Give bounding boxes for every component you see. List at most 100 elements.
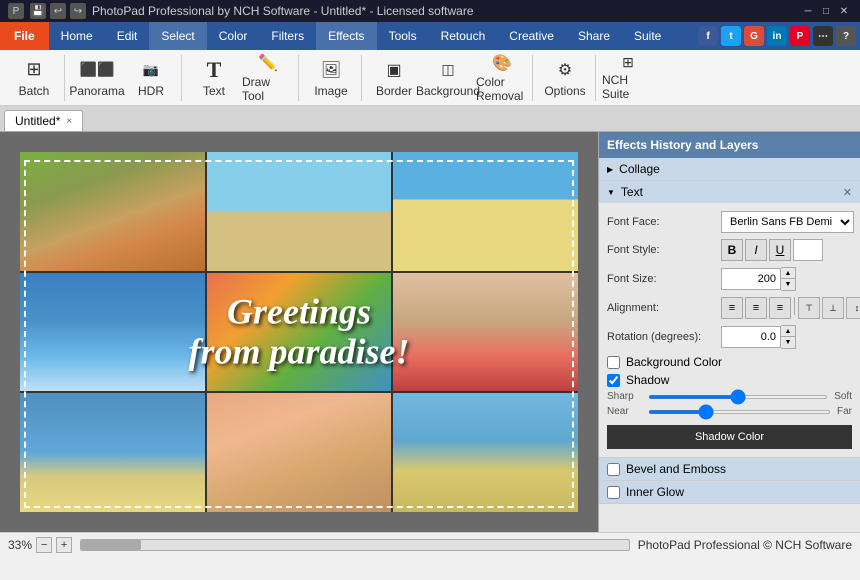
- menu-home[interactable]: Home: [49, 22, 105, 50]
- align-right-button[interactable]: ≡: [769, 297, 791, 319]
- collage-section-label: Collage: [619, 162, 660, 176]
- scroll-bar[interactable]: [80, 539, 630, 551]
- title-bar: P 💾 ↩ ↪ PhotoPad Professional by NCH Sof…: [0, 0, 860, 22]
- underline-button[interactable]: U: [769, 239, 791, 261]
- text-button[interactable]: T Text: [188, 57, 240, 99]
- menu-effects[interactable]: Effects: [316, 22, 376, 50]
- rotation-input[interactable]: [721, 326, 781, 348]
- text-section-header[interactable]: ▼ Text ✕: [599, 181, 860, 203]
- border-label: Border: [376, 84, 412, 98]
- sharp-soft-row: Sharp Soft: [607, 391, 852, 402]
- font-size-down[interactable]: ▼: [781, 279, 795, 290]
- draw-tool-icon: ✏️: [256, 53, 280, 73]
- menu-suite[interactable]: Suite: [622, 22, 673, 50]
- collage-cell-4: [20, 273, 205, 392]
- status-bar: 33% − + PhotoPad Professional © NCH Soft…: [0, 532, 860, 556]
- canvas-area[interactable]: Greetingsfrom paradise!: [0, 132, 598, 532]
- sharp-soft-slider[interactable]: [648, 395, 828, 399]
- menu-color[interactable]: Color: [207, 22, 260, 50]
- bg-color-label: Background Color: [626, 355, 722, 369]
- menu-share[interactable]: Share: [566, 22, 622, 50]
- bold-button[interactable]: B: [721, 239, 743, 261]
- align-left-button[interactable]: ≡: [721, 297, 743, 319]
- near-far-row: Near Far: [607, 406, 852, 417]
- bevel-section-header[interactable]: Bevel and Emboss: [599, 458, 860, 480]
- options-button[interactable]: ⚙ Options: [539, 57, 591, 99]
- hdr-button[interactable]: 📷 HDR: [125, 57, 177, 99]
- shadow-color-button[interactable]: Shadow Color: [607, 425, 852, 449]
- font-size-row: Font Size: ▲ ▼: [607, 267, 852, 291]
- undo-icon[interactable]: ↩: [50, 3, 66, 19]
- text-color-swatch[interactable]: [793, 239, 823, 261]
- help-icon[interactable]: ?: [836, 26, 856, 46]
- align-top-button[interactable]: ⊤: [798, 297, 820, 319]
- menu-retouch[interactable]: Retouch: [429, 22, 498, 50]
- image-icon: 🖼: [319, 58, 343, 82]
- rotation-down[interactable]: ▼: [781, 337, 795, 348]
- image-button[interactable]: 🖼 Image: [305, 57, 357, 99]
- batch-icon: ⊞: [22, 58, 46, 82]
- border-button[interactable]: ▣ Border: [368, 57, 420, 99]
- main-area: Greetingsfrom paradise! Effects History …: [0, 132, 860, 532]
- menu-file[interactable]: File: [0, 22, 49, 50]
- menu-creative[interactable]: Creative: [497, 22, 566, 50]
- far-label: Far: [837, 406, 852, 417]
- maximize-button[interactable]: □: [818, 3, 834, 19]
- draw-tool-button[interactable]: ✏️ Draw Tool: [242, 57, 294, 99]
- more-icon[interactable]: ⋯: [813, 26, 833, 46]
- panorama-button[interactable]: ⬛⬛ Panorama: [71, 57, 123, 99]
- right-panel: Effects History and Layers ▶ Collage ▼ T…: [598, 132, 860, 532]
- menu-select[interactable]: Select: [149, 22, 206, 50]
- alignment-label: Alignment:: [607, 302, 717, 314]
- inner-glow-checkbox[interactable]: [607, 486, 620, 499]
- collage-cell-3: [393, 152, 578, 271]
- bevel-checkbox[interactable]: [607, 463, 620, 476]
- text-section-close[interactable]: ✕: [843, 186, 852, 199]
- zoom-in-button[interactable]: +: [56, 537, 72, 553]
- shadow-label: Shadow: [626, 373, 669, 387]
- background-button[interactable]: ◫ Background: [422, 57, 474, 99]
- near-far-slider[interactable]: [648, 410, 831, 414]
- shadow-checkbox[interactable]: [607, 374, 620, 387]
- menu-filters[interactable]: Filters: [259, 22, 316, 50]
- hdr-icon: 📷: [139, 58, 163, 82]
- rotation-up[interactable]: ▲: [781, 326, 795, 337]
- background-label: Background: [416, 84, 480, 98]
- inner-glow-section-header[interactable]: Inner Glow: [599, 481, 860, 503]
- bg-color-checkbox[interactable]: [607, 356, 620, 369]
- font-size-input[interactable]: [721, 268, 781, 290]
- align-bottom-button[interactable]: ↕: [846, 297, 860, 319]
- tab-close-button[interactable]: ×: [66, 116, 72, 127]
- nch-suite-button[interactable]: ⊞ NCH Suite: [602, 57, 654, 99]
- text-section-label: Text: [621, 185, 643, 199]
- image-label: Image: [314, 84, 347, 98]
- font-face-select[interactable]: Berlin Sans FB Demi: [721, 211, 854, 233]
- italic-button[interactable]: I: [745, 239, 767, 261]
- color-removal-button[interactable]: 🎨 Color Removal: [476, 57, 528, 99]
- align-center-button[interactable]: ≡: [745, 297, 767, 319]
- align-middle-button[interactable]: ⊥: [822, 297, 844, 319]
- collage-cell-1: [20, 152, 205, 271]
- google-icon[interactable]: G: [744, 26, 764, 46]
- pinterest-icon[interactable]: P: [790, 26, 810, 46]
- font-size-up[interactable]: ▲: [781, 268, 795, 279]
- panorama-label: Panorama: [69, 84, 124, 98]
- minimize-button[interactable]: ─: [800, 3, 816, 19]
- close-button[interactable]: ✕: [836, 3, 852, 19]
- linkedin-icon[interactable]: in: [767, 26, 787, 46]
- collage-section-header[interactable]: ▶ Collage: [599, 158, 860, 180]
- collage-cell-7: [20, 393, 205, 512]
- background-icon: ◫: [436, 58, 460, 82]
- menu-edit[interactable]: Edit: [105, 22, 150, 50]
- app-title: PhotoPad Professional by NCH Software - …: [92, 4, 474, 18]
- tab-untitled[interactable]: Untitled* ×: [4, 110, 83, 131]
- canvas-content: Greetingsfrom paradise!: [20, 152, 578, 512]
- menu-tools[interactable]: Tools: [377, 22, 429, 50]
- redo-icon[interactable]: ↪: [70, 3, 86, 19]
- facebook-icon[interactable]: f: [698, 26, 718, 46]
- zoom-out-button[interactable]: −: [36, 537, 52, 553]
- twitter-icon[interactable]: t: [721, 26, 741, 46]
- save-icon[interactable]: 💾: [30, 3, 46, 19]
- batch-button[interactable]: ⊞ Batch: [8, 57, 60, 99]
- app-icon: P: [8, 3, 24, 19]
